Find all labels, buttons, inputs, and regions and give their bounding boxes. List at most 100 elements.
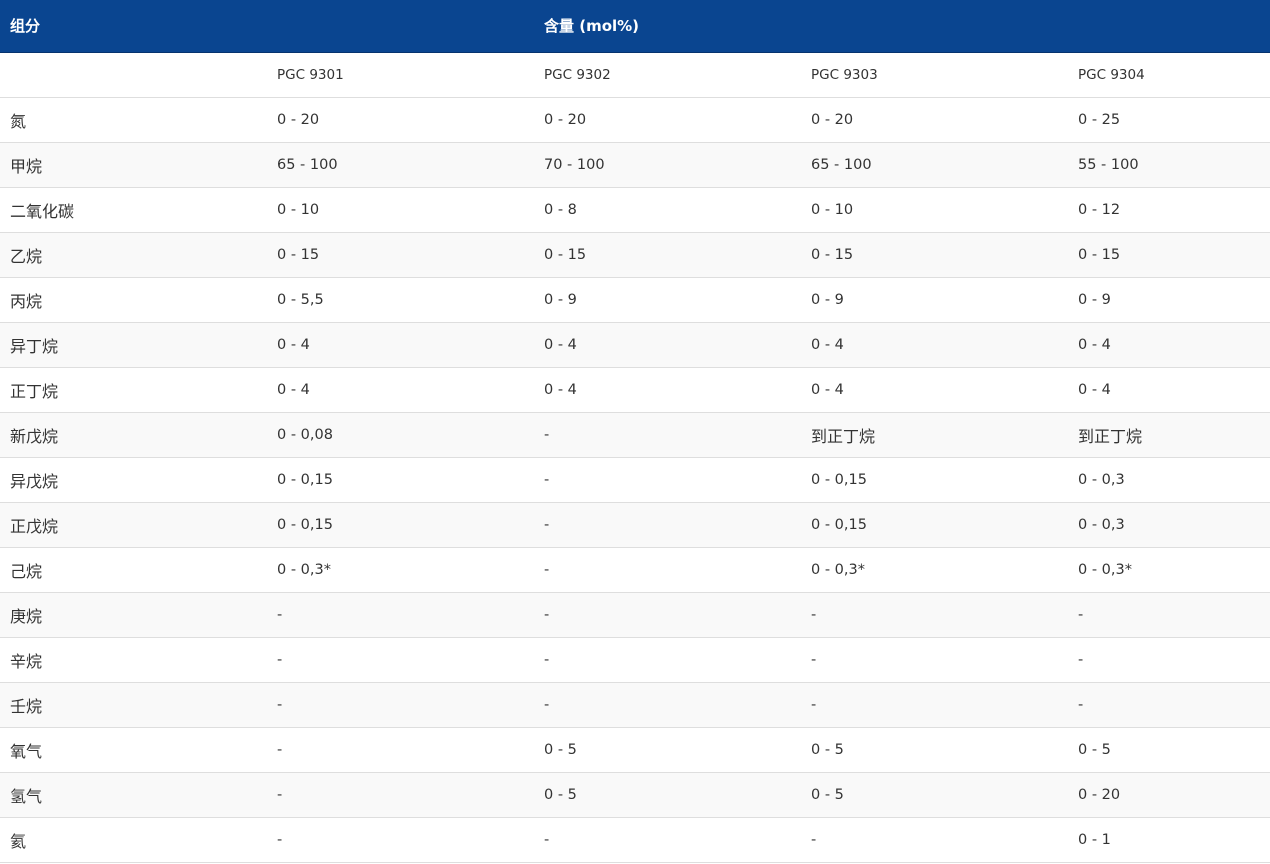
value-cell: 0 - 5 bbox=[801, 727, 1068, 773]
component-cell: 正丁烷 bbox=[0, 367, 267, 413]
component-cell: 氢气 bbox=[0, 772, 267, 818]
table-row: 己烷 0 - 0,3* -0 - 0,3* 0 - 0,3* bbox=[0, 547, 1270, 593]
value-cell: 到正丁烷 bbox=[801, 412, 1068, 458]
value-cell: - bbox=[267, 727, 534, 773]
value-cell: 0 - 1 bbox=[1068, 817, 1270, 863]
component-column-header: 组分 bbox=[0, 0, 267, 53]
value-cell: 0 - 0,3* bbox=[1068, 547, 1270, 593]
model-header: PGC 9303 bbox=[801, 52, 1068, 98]
value-cell: - bbox=[534, 817, 801, 863]
value-cell: - bbox=[267, 682, 534, 728]
table-header-row: 组分 含量 (mol%) bbox=[0, 0, 1270, 53]
table-row: 二氧化碳 0 - 10 0 - 80 - 10 0 - 12 bbox=[0, 187, 1270, 233]
component-cell: 己烷 bbox=[0, 547, 267, 593]
value-cell: 0 - 20 bbox=[267, 97, 534, 143]
value-cell: 65 - 100 bbox=[267, 142, 534, 188]
value-cell: - bbox=[534, 457, 801, 503]
component-cell: 甲烷 bbox=[0, 142, 267, 188]
model-header-row: PGC 9301 PGC 9302 PGC 9303 PGC 9304 bbox=[0, 52, 1270, 98]
value-cell: 0 - 25 bbox=[1068, 97, 1270, 143]
table-row: 正戊烷 0 - 0,15-0 - 0,15 0 - 0,3 bbox=[0, 502, 1270, 548]
component-cell: 异戊烷 bbox=[0, 457, 267, 503]
model-header: PGC 9301 bbox=[267, 52, 534, 98]
value-cell: 0 - 0,3 bbox=[1068, 502, 1270, 548]
value-cell: - bbox=[534, 592, 801, 638]
value-cell: 0 - 5,5 bbox=[267, 277, 534, 323]
value-cell: 0 - 9 bbox=[1068, 277, 1270, 323]
value-cell: 0 - 0,15 bbox=[267, 502, 534, 548]
table-row: 氢气 -0 - 50 - 50 - 20 bbox=[0, 772, 1270, 818]
value-cell: 0 - 0,08 bbox=[267, 412, 534, 458]
component-cell: 氮 bbox=[0, 97, 267, 143]
value-cell: 0 - 0,3* bbox=[267, 547, 534, 593]
value-cell: 0 - 9 bbox=[534, 277, 801, 323]
value-cell: 0 - 4 bbox=[267, 322, 534, 368]
table-row: 壬烷 - - - - bbox=[0, 682, 1270, 728]
value-cell: 0 - 4 bbox=[1068, 367, 1270, 413]
value-cell: 0 - 4 bbox=[1068, 322, 1270, 368]
value-cell: 0 - 4 bbox=[801, 322, 1068, 368]
component-cell: 辛烷 bbox=[0, 637, 267, 683]
table-row: 异丁烷 0 - 40 - 40 - 40 - 4 bbox=[0, 322, 1270, 368]
value-cell: 0 - 20 bbox=[1068, 772, 1270, 818]
component-cell: 二氧化碳 bbox=[0, 187, 267, 233]
table-row: 乙烷 0 - 15 0 - 15 0 - 15 0 - 15 bbox=[0, 232, 1270, 278]
table-row: 异戊烷 0 - 0,15-0 - 0,15 0 - 0,3 bbox=[0, 457, 1270, 503]
table-row: 氦---0 - 1 bbox=[0, 817, 1270, 863]
value-cell: 0 - 5 bbox=[1068, 727, 1270, 773]
value-cell: 0 - 12 bbox=[1068, 187, 1270, 233]
component-cell: 乙烷 bbox=[0, 232, 267, 278]
model-header-blank bbox=[0, 52, 267, 98]
value-cell: 0 - 0,3 bbox=[1068, 457, 1270, 503]
value-cell: 0 - 5 bbox=[534, 772, 801, 818]
table-row: 丙烷 0 - 5,5 0 - 90 - 90 - 9 bbox=[0, 277, 1270, 323]
component-cell: 氧气 bbox=[0, 727, 267, 773]
value-cell: 0 - 0,15 bbox=[801, 457, 1068, 503]
value-cell: - bbox=[1068, 637, 1270, 683]
value-cell: - bbox=[534, 637, 801, 683]
component-cell: 新戊烷 bbox=[0, 412, 267, 458]
model-header: PGC 9302 bbox=[534, 52, 801, 98]
component-cell: 壬烷 bbox=[0, 682, 267, 728]
content-column-header: 含量 (mol%) bbox=[534, 0, 1270, 53]
component-cell: 丙烷 bbox=[0, 277, 267, 323]
value-cell: 0 - 4 bbox=[534, 322, 801, 368]
table-row: 正丁烷 0 - 40 - 40 - 40 - 4 bbox=[0, 367, 1270, 413]
value-cell: 0 - 10 bbox=[801, 187, 1068, 233]
value-cell: - bbox=[1068, 682, 1270, 728]
value-cell: 0 - 15 bbox=[267, 232, 534, 278]
composition-table: 组分 含量 (mol%) PGC 9301 PGC 9302 PGC 9303 … bbox=[0, 0, 1270, 863]
table-row: 甲烷 65 - 100 70 - 100 65 - 100 55 - 100 bbox=[0, 142, 1270, 188]
value-cell: 0 - 4 bbox=[267, 367, 534, 413]
value-cell: - bbox=[534, 547, 801, 593]
value-cell: - bbox=[267, 637, 534, 683]
value-cell: 0 - 0,15 bbox=[801, 502, 1068, 548]
value-cell: 0 - 8 bbox=[534, 187, 801, 233]
value-cell: - bbox=[801, 682, 1068, 728]
value-cell: - bbox=[534, 502, 801, 548]
value-cell: 0 - 9 bbox=[801, 277, 1068, 323]
value-cell: 0 - 5 bbox=[534, 727, 801, 773]
value-cell: - bbox=[1068, 592, 1270, 638]
value-cell: 0 - 5 bbox=[801, 772, 1068, 818]
value-cell: - bbox=[801, 817, 1068, 863]
component-cell: 庚烷 bbox=[0, 592, 267, 638]
table-row: 氮0 - 20 0 - 20 0 - 20 0 - 25 bbox=[0, 97, 1270, 143]
value-cell: - bbox=[801, 592, 1068, 638]
table-row: 辛烷 - - - - bbox=[0, 637, 1270, 683]
value-cell: 70 - 100 bbox=[534, 142, 801, 188]
value-cell: - bbox=[267, 592, 534, 638]
value-cell: 0 - 0,15 bbox=[267, 457, 534, 503]
value-cell: 0 - 15 bbox=[1068, 232, 1270, 278]
value-cell: 0 - 10 bbox=[267, 187, 534, 233]
value-cell: - bbox=[534, 412, 801, 458]
value-cell: 0 - 20 bbox=[801, 97, 1068, 143]
value-cell: 0 - 4 bbox=[801, 367, 1068, 413]
table-row: 氧气 -0 - 50 - 50 - 5 bbox=[0, 727, 1270, 773]
value-cell: - bbox=[534, 682, 801, 728]
table-row: 新戊烷 0 - 0,08- 到正丁烷 到正丁烷 bbox=[0, 412, 1270, 458]
component-cell: 氦 bbox=[0, 817, 267, 863]
value-cell: 0 - 15 bbox=[801, 232, 1068, 278]
value-cell: - bbox=[267, 817, 534, 863]
value-cell: 65 - 100 bbox=[801, 142, 1068, 188]
